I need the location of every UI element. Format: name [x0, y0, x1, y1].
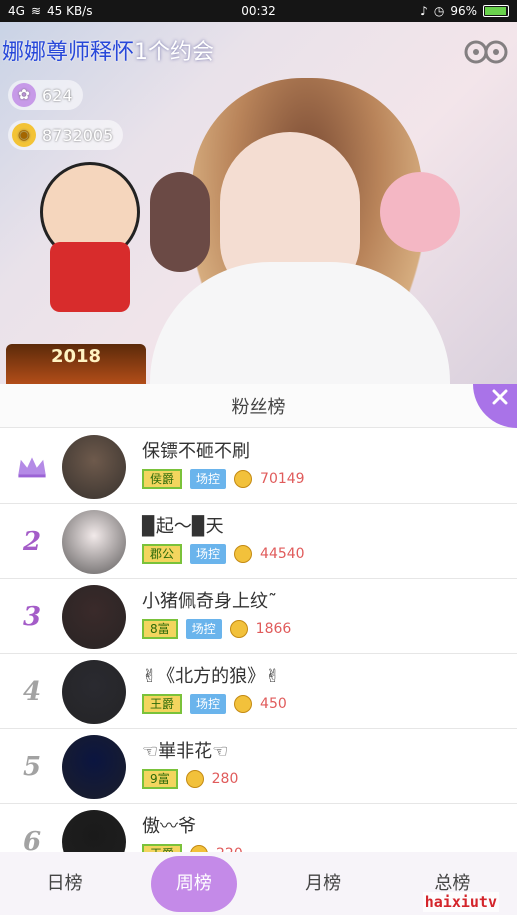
coin-stack-icon: ◉ [12, 123, 36, 147]
rank-title-badge: 9富 [142, 769, 178, 789]
rank-row[interactable]: 4 ✌《北方的狼》✌ 王爵 场控 450 [0, 654, 517, 729]
coin-icon [229, 620, 248, 638]
live-stream-view[interactable]: 2018 娜娜尊师释怀1个约会 ✿ 624 ◉ 8732005 [0, 22, 517, 392]
plush-toy-body [50, 242, 130, 312]
rank-number: 3 [22, 601, 42, 632]
heart-icon: ✿ [12, 83, 36, 107]
moderator-badge: 场控 [185, 619, 222, 639]
coin-icon [234, 470, 253, 488]
contribution-amount: 280 [211, 771, 239, 787]
crown-icon [16, 429, 48, 504]
tab-daily[interactable]: 日榜 [0, 852, 129, 915]
avatar[interactable] [62, 435, 126, 499]
bell-icon: ♪ [420, 4, 428, 18]
user-name: 保镖不砸不刷 [142, 441, 250, 462]
fan-ranking-panel: 粉丝榜 保镖不砸不刷 侯爵 场控 70149 2 ▉起～▉天 郡公 场控 44540 3 小猪佩奇身… [0, 384, 517, 915]
watermark: haixiutv [422, 892, 499, 912]
coin-icon [190, 845, 209, 852]
network-label: 4G [8, 4, 25, 18]
panel-title: 粉丝榜 [231, 396, 286, 418]
room-title: 娜娜尊师释怀1个约会 [0, 34, 517, 66]
badge-group: 侯爵 场控 70149 [142, 469, 305, 489]
room-title-suffix: 1个约会 [134, 40, 215, 65]
moderator-badge: 场控 [190, 544, 227, 564]
coin-icon [234, 545, 253, 563]
moderator-badge: 场控 [190, 694, 227, 714]
avatar[interactable] [62, 660, 126, 724]
network-speed: 45 KB/s [47, 4, 93, 18]
badge-group: 王爵 场控 450 [142, 694, 287, 714]
rank-number: 4 [22, 676, 42, 707]
rank-number: 6 [22, 826, 42, 853]
avatar[interactable] [62, 585, 126, 649]
battery-icon [483, 5, 509, 17]
contribution-amount: 450 [260, 696, 287, 712]
badge-group: 9富 280 [142, 769, 238, 789]
badge-group: 王爵220 [142, 844, 243, 852]
status-bar: 4G ≋ 45 KB/s 00:32 ♪ ◷ 96% [0, 0, 517, 22]
owl-logo-icon [464, 40, 508, 64]
wifi-icon: ≋ [30, 4, 41, 18]
rank-row[interactable]: 2 ▉起～▉天郡公 场控 44540 [0, 504, 517, 579]
rank-number: 2 [22, 526, 42, 557]
alarm-icon: ◷ [433, 4, 445, 18]
rank-row[interactable]: 6 傲〰爷王爵220 [0, 804, 517, 852]
user-name: ☜崋非花☜ [142, 741, 229, 762]
rank-title-badge: 郡公 [142, 544, 183, 564]
contribution-amount: 44540 [260, 546, 305, 562]
coin-icon [234, 695, 253, 713]
contribution-amount: 70149 [260, 471, 305, 487]
user-name: ▉起～▉天 [142, 516, 224, 537]
hearts-value: 624 [42, 85, 73, 105]
contribution-amount: 1866 [255, 621, 292, 637]
coin-icon [185, 770, 204, 788]
user-name: ✌《北方的狼》✌ [142, 666, 281, 687]
rank-title-badge: 王爵 [142, 844, 183, 852]
ranking-list[interactable]: 保镖不砸不刷 侯爵 场控 70149 2 ▉起～▉天 郡公 场控 44540 3 小猪佩奇身上纹˜ 8… [0, 429, 517, 852]
badge-group: 8富 场控 1866 [142, 619, 291, 639]
rank-row[interactable]: 3 小猪佩奇身上纹˜ 8富 场控 1866 [0, 579, 517, 654]
coins-value: 8732005 [42, 125, 114, 145]
tab-monthly[interactable]: 月榜 [259, 852, 388, 915]
moderator-badge: 场控 [190, 469, 227, 489]
coins-counter[interactable]: ◉ 8732005 [8, 120, 124, 150]
plush-toy-2 [150, 172, 210, 272]
pink-pig-plush [380, 172, 460, 252]
avatar[interactable] [62, 510, 126, 574]
tab-weekly[interactable]: 周榜 [129, 852, 258, 915]
user-name: 小猪佩奇身上纹˜ [142, 591, 277, 612]
room-title-name: 娜娜尊师释怀 [2, 40, 135, 65]
close-button[interactable] [473, 384, 517, 428]
avatar[interactable] [62, 810, 126, 852]
badge-group: 郡公 场控 44540 [142, 544, 305, 564]
rank-title-badge: 侯爵 [142, 469, 183, 489]
rank-number: 5 [22, 751, 42, 782]
close-icon [492, 389, 508, 405]
user-name: 傲〰爷 [142, 816, 196, 837]
rank-title-badge: 王爵 [142, 694, 183, 714]
avatar[interactable] [62, 735, 126, 799]
rank-row[interactable]: 保镖不砸不刷 侯爵 场控 70149 [0, 429, 517, 504]
hearts-counter[interactable]: ✿ 624 [8, 80, 83, 110]
battery-percent: 96% [450, 4, 477, 18]
rank-title-badge: 8富 [142, 619, 178, 639]
panel-header: 粉丝榜 [0, 384, 517, 428]
rank-row[interactable]: 5 ☜崋非花☜ 9富 280 [0, 729, 517, 804]
